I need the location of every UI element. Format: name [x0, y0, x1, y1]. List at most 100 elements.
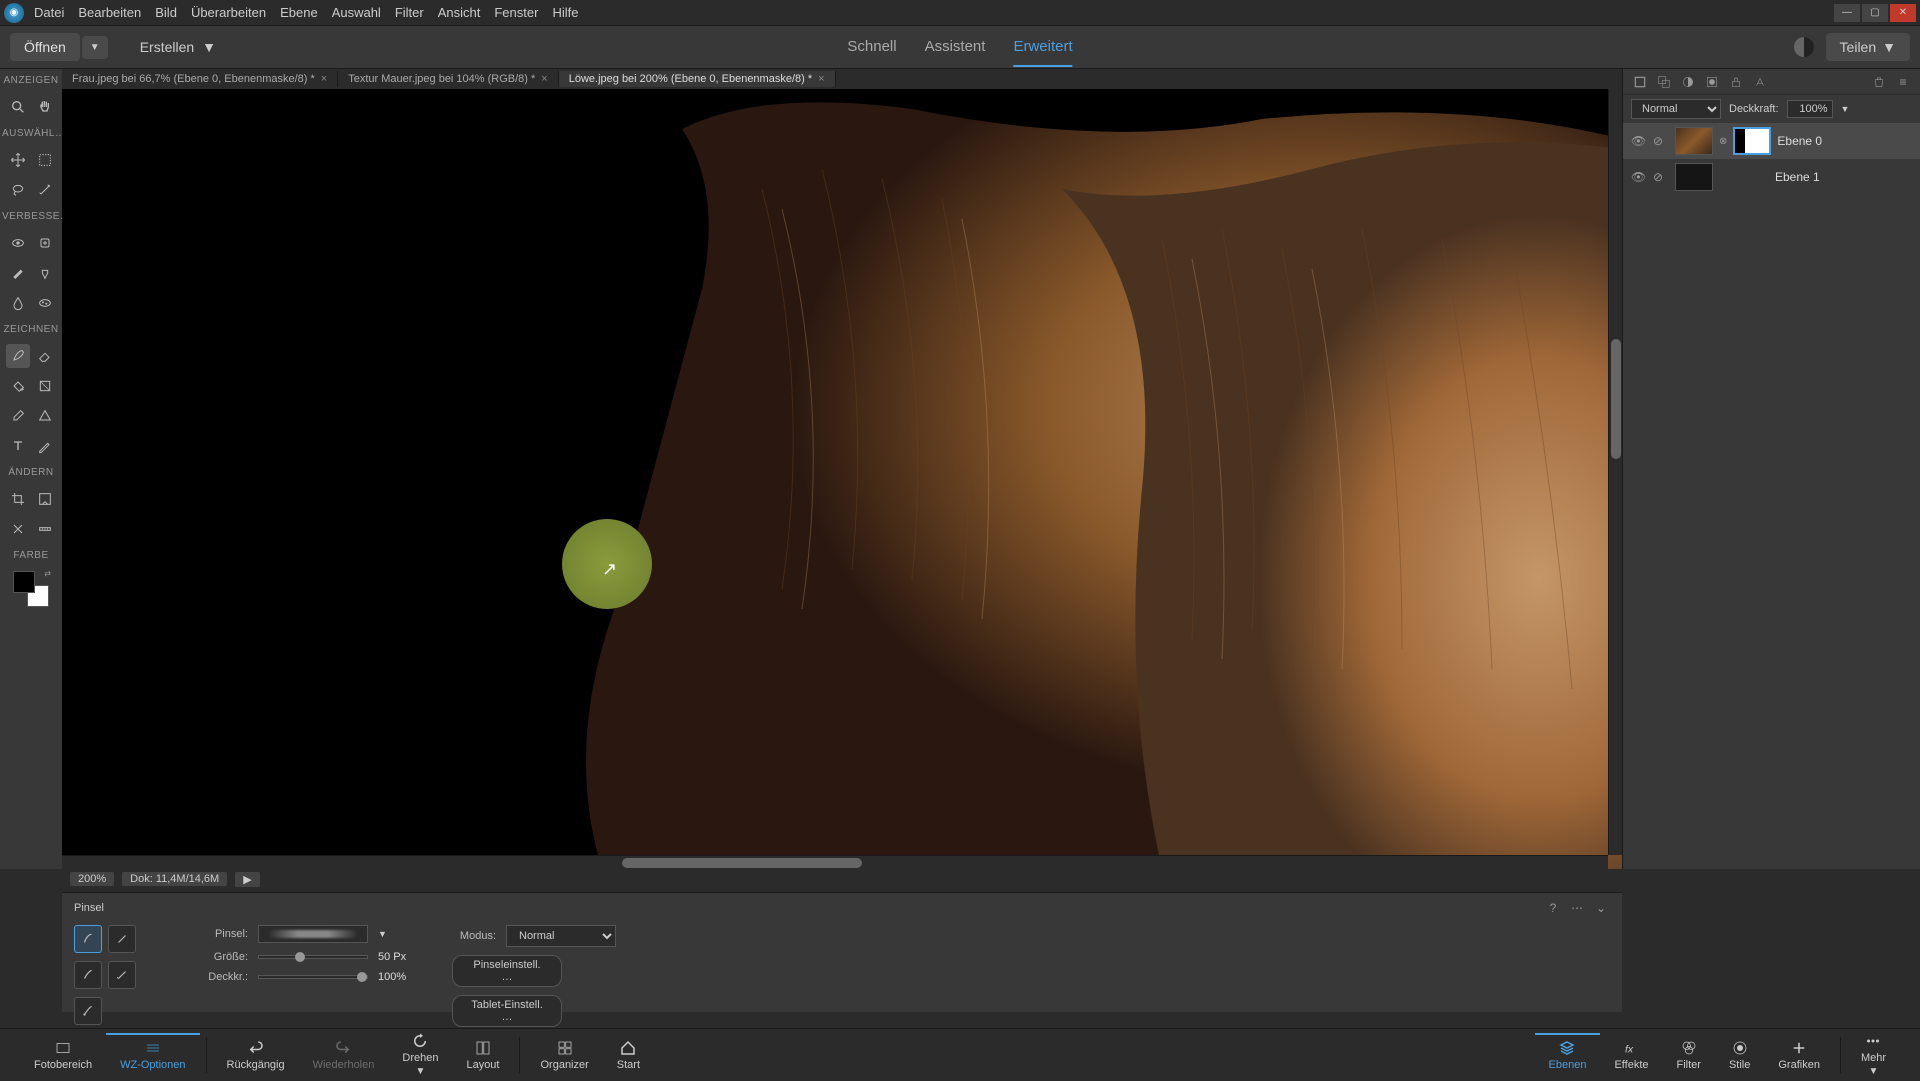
blend-mode-select[interactable]: Normal	[1631, 99, 1721, 119]
spot-heal-tool[interactable]	[33, 231, 57, 255]
color-picker-tool[interactable]	[6, 404, 30, 428]
zoom-level[interactable]: 200%	[70, 872, 114, 886]
scroll-thumb[interactable]	[622, 858, 862, 868]
mask-icon[interactable]	[1703, 73, 1721, 91]
menu-fenster[interactable]: Fenster	[494, 5, 538, 20]
horizontal-scrollbar[interactable]	[62, 855, 1608, 869]
crop-tool[interactable]	[6, 487, 30, 511]
layer-row-0[interactable]: 👁 ⊘ ⊗ Ebene 0	[1623, 123, 1920, 159]
menu-filter[interactable]: Filter	[395, 5, 424, 20]
tablet-settings-button[interactable]: Tablet-Einstell. …	[452, 995, 562, 1027]
theme-toggle-icon[interactable]	[1794, 37, 1814, 57]
mode-guided[interactable]: Assistent	[925, 28, 986, 67]
eye-tool[interactable]	[6, 231, 30, 255]
mask-thumbnail[interactable]	[1733, 127, 1771, 155]
mask-link-icon[interactable]: ⊗	[1719, 136, 1727, 147]
styles-tab-button[interactable]: Stile	[1715, 1035, 1764, 1075]
brush-variant-2[interactable]	[108, 925, 136, 953]
doc-tab-2[interactable]: Textur Mauer.jpeg bei 104% (RGB/8) * ×	[338, 71, 559, 87]
rotate-button[interactable]: Drehen▼	[388, 1028, 452, 1081]
dropdown-icon[interactable]: ▼	[378, 929, 387, 939]
organizer-button[interactable]: Organizer	[526, 1035, 602, 1075]
create-button[interactable]: Erstellen▼	[128, 33, 228, 61]
content-aware-tool[interactable]	[6, 517, 30, 541]
adjustment-icon[interactable]	[1679, 73, 1697, 91]
doc-tab-3[interactable]: Löwe.jpeg bei 200% (Ebene 0, Ebenenmaske…	[559, 71, 836, 87]
fx-icon[interactable]	[1751, 73, 1769, 91]
home-button[interactable]: Start	[603, 1035, 654, 1075]
doc-tab-1[interactable]: Frau.jpeg bei 66,7% (Ebene 0, Ebenenmask…	[62, 71, 338, 87]
size-value[interactable]: 50 Px	[378, 951, 422, 963]
close-icon[interactable]: ×	[541, 73, 547, 85]
link-icon[interactable]: ⊘	[1653, 170, 1669, 184]
close-icon[interactable]: ×	[818, 73, 824, 85]
menu-datei[interactable]: Datei	[34, 5, 64, 20]
recompose-tool[interactable]	[33, 487, 57, 511]
blur-tool[interactable]	[6, 291, 30, 315]
sponge-tool[interactable]	[33, 291, 57, 315]
menu-ansicht[interactable]: Ansicht	[438, 5, 481, 20]
scroll-thumb[interactable]	[1611, 339, 1621, 459]
maximize-button[interactable]: ▢	[1862, 4, 1888, 22]
smart-brush-tool[interactable]	[6, 261, 30, 285]
visibility-icon[interactable]: 👁	[1631, 170, 1647, 184]
size-slider[interactable]	[258, 955, 368, 959]
brush-variant-4[interactable]	[108, 961, 136, 989]
brush-tool[interactable]	[6, 344, 30, 368]
photo-bin-button[interactable]: Fotobereich	[20, 1035, 106, 1075]
vertical-scrollbar[interactable]	[1608, 89, 1622, 855]
menu-auswahl[interactable]: Auswahl	[332, 5, 381, 20]
graphics-tab-button[interactable]: Grafiken	[1764, 1035, 1834, 1075]
zoom-tool[interactable]	[6, 95, 30, 119]
more-button[interactable]: Mehr▼	[1847, 1028, 1900, 1081]
close-icon[interactable]: ×	[321, 73, 327, 85]
trash-icon[interactable]	[1870, 73, 1888, 91]
lasso-tool[interactable]	[6, 178, 30, 202]
hand-tool[interactable]	[33, 95, 57, 119]
foreground-color[interactable]	[13, 571, 35, 593]
share-button[interactable]: Teilen▼	[1826, 33, 1910, 61]
brush-variant-3[interactable]	[74, 961, 102, 989]
magic-wand-tool[interactable]	[33, 178, 57, 202]
layer-thumbnail[interactable]	[1675, 163, 1713, 191]
collapse-icon[interactable]: ⌄	[1592, 899, 1610, 917]
brush-mode-select[interactable]: Normal	[506, 925, 616, 947]
filters-tab-button[interactable]: Filter	[1663, 1035, 1715, 1075]
close-button[interactable]: ✕	[1890, 4, 1916, 22]
opacity-input[interactable]	[1787, 100, 1833, 118]
mode-expert[interactable]: Erweitert	[1013, 28, 1072, 67]
help-icon[interactable]: ?	[1544, 899, 1562, 917]
menu-ebene[interactable]: Ebene	[280, 5, 318, 20]
tool-options-button[interactable]: WZ-Optionen	[106, 1033, 199, 1075]
effects-tab-button[interactable]: fxEffekte	[1600, 1035, 1662, 1075]
minimize-button[interactable]: —	[1834, 4, 1860, 22]
paint-bucket-tool[interactable]	[6, 374, 30, 398]
opacity-dropdown-icon[interactable]: ▼	[1841, 104, 1850, 114]
layer-name[interactable]: Ebene 0	[1777, 134, 1822, 148]
layer-group-icon[interactable]	[1655, 73, 1673, 91]
panel-menu-icon[interactable]: ≡	[1894, 73, 1912, 91]
menu-bild[interactable]: Bild	[155, 5, 177, 20]
gradient-tool[interactable]	[33, 374, 57, 398]
redo-button[interactable]: Wiederholen	[299, 1035, 389, 1075]
type-tool[interactable]	[6, 434, 30, 458]
undo-button[interactable]: Rückgängig	[213, 1035, 299, 1075]
menu-bearbeiten[interactable]: Bearbeiten	[78, 5, 141, 20]
lock-icon[interactable]	[1727, 73, 1745, 91]
brush-settings-button[interactable]: Pinseleinstell. …	[452, 955, 562, 987]
layer-row-1[interactable]: 👁 ⊘ Ebene 1	[1623, 159, 1920, 195]
brush-variant-1[interactable]	[74, 925, 102, 953]
open-button[interactable]: Öffnen	[10, 33, 80, 61]
visibility-icon[interactable]: 👁	[1631, 134, 1647, 148]
color-swatches[interactable]: ⇄	[13, 571, 49, 607]
menu-hilfe[interactable]: Hilfe	[552, 5, 578, 20]
opacity-value[interactable]: 100%	[378, 971, 422, 983]
mode-quick[interactable]: Schnell	[847, 28, 896, 67]
clone-stamp-tool[interactable]	[33, 261, 57, 285]
marquee-tool[interactable]	[33, 148, 57, 172]
brush-variant-5[interactable]	[74, 997, 102, 1025]
status-arrow[interactable]: ▶	[235, 872, 259, 887]
layout-button[interactable]: Layout	[452, 1035, 513, 1075]
open-dropdown[interactable]: ▼	[82, 36, 108, 59]
swap-colors-icon[interactable]: ⇄	[44, 569, 51, 578]
